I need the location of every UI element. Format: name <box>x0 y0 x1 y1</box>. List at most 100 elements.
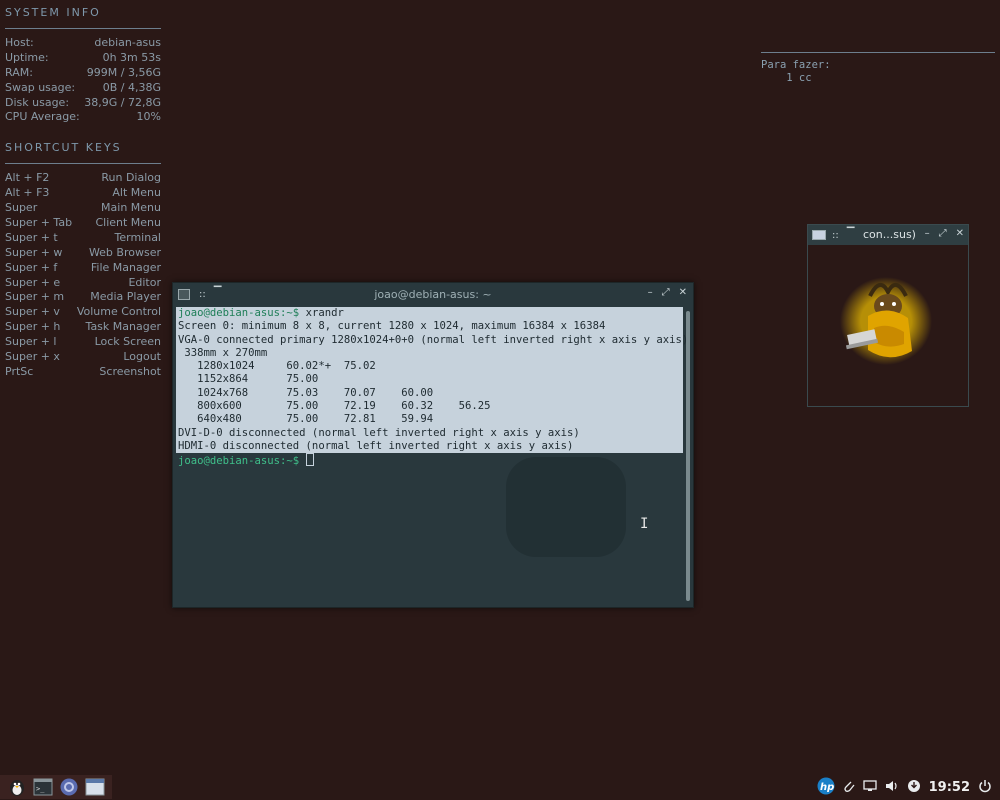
volume-icon[interactable] <box>885 780 899 795</box>
terminal-launcher-icon[interactable]: >_ <box>32 776 54 798</box>
shortcut-row-label: Super + v <box>5 305 60 319</box>
terminal-output-line: VGA-0 connected primary 1280x1024+0+0 (n… <box>178 333 689 346</box>
svg-text:hp: hp <box>820 782 834 793</box>
system-info-row-value: 999M / 3,56G <box>86 65 161 79</box>
display-icon[interactable] <box>862 779 877 795</box>
system-info-row: Swap usage: 0B / 4,38G <box>5 81 161 96</box>
hp-logo-icon[interactable]: hp <box>817 777 835 798</box>
system-info-row-label: Swap usage: <box>5 80 76 94</box>
system-info-header: SYSTEM INFO <box>5 6 101 19</box>
system-info-row: Uptime: 0h 3m 53s <box>5 51 161 66</box>
window-sticky-icon[interactable]: :: <box>832 230 839 241</box>
taskbar: >_ hp 19:52 <box>0 774 1000 800</box>
window-shade-icon[interactable]: ▔ <box>847 228 855 239</box>
paperclip-icon[interactable] <box>843 779 855 796</box>
shortcut-row-label: Super + f <box>5 260 58 274</box>
shortcut-row: Alt + F2 Run Dialog <box>5 171 161 186</box>
shortcut-row: Super + e Editor <box>5 276 161 291</box>
shortcut-row-label: Super + Tab <box>5 216 73 230</box>
shortcut-row: PrtSc Screenshot <box>5 365 161 380</box>
shortcut-row: Super + m Media Player <box>5 290 161 305</box>
terminal-output-line: 800x600 75.00 72.19 60.32 56.25 <box>178 400 491 413</box>
shortcut-row-label: Super + m <box>5 290 65 304</box>
terminal-output-line: Screen 0: minimum 8 x 8, current 1280 x … <box>178 320 606 333</box>
system-info-row-value: debian-asus <box>94 36 161 49</box>
system-info-row: Disk usage: 38,9G / 72,8G <box>5 96 161 111</box>
terminal-command: xrandr <box>305 307 344 319</box>
shortcut-keys-header: SHORTCUT KEYS <box>5 141 122 155</box>
terminal-titlebar[interactable]: :: ▔ joao@debian-asus: ~ – ⤢ ✕ <box>173 283 693 305</box>
shortcut-row-value: Client Menu <box>95 216 161 230</box>
shortcut-row-label: Super + t <box>5 230 58 244</box>
shortcut-row-value: File Manager <box>90 260 161 274</box>
clock[interactable]: 19:52 <box>929 780 970 795</box>
shortcut-row: Super + v Volume Control <box>5 305 161 320</box>
system-info-row: RAM: 999M / 3,56G <box>5 66 161 81</box>
terminal-output-line: 338mm x 270mm <box>178 346 268 359</box>
terminal-prompt: joao@debian-asus:~$ <box>178 455 300 468</box>
divider <box>5 163 161 165</box>
shortcut-row-value: Task Manager <box>85 320 161 334</box>
svg-text:>_: >_ <box>36 785 45 793</box>
shortcut-row-value: Media Player <box>90 290 161 304</box>
scrollbar[interactable] <box>686 311 690 601</box>
terminal-prompt: joao@debian-asus:~$ <box>178 307 300 319</box>
system-info-row: CPU Average: 10% <box>5 110 161 125</box>
browser-launcher-icon[interactable] <box>58 776 80 798</box>
system-info-row-label: CPU Average: <box>5 110 80 124</box>
todo-widget: Para fazer: 1 cc <box>761 52 995 84</box>
system-info-row-label: Host: <box>5 36 34 49</box>
shortcut-list: Alt + F2 Run Dialog Alt + F3 Alt Menu Super M… <box>5 171 161 379</box>
close-icon[interactable]: ✕ <box>679 287 687 298</box>
shortcut-row-label: Super + h <box>5 320 61 334</box>
shortcut-row: Super + h Task Manager <box>5 320 161 335</box>
system-info-row: Host: debian-asus <box>5 36 161 51</box>
shortcut-row-value: Web Browser <box>88 245 161 259</box>
shortcut-row-label: Alt + F2 <box>5 171 50 185</box>
todo-title: Para fazer: <box>761 59 831 71</box>
system-tray: hp 19:52 <box>817 774 992 800</box>
terminal-selection[interactable]: joao@debian-asus:~$ xrandr Screen 0: min… <box>176 307 689 454</box>
terminal-window[interactable]: :: ▔ joao@debian-asus: ~ – ⤢ ✕ joao@debi… <box>172 282 694 608</box>
system-info-row-label: RAM: <box>5 65 33 79</box>
network-icon[interactable] <box>907 779 921 796</box>
power-icon[interactable] <box>978 779 992 796</box>
shortcut-row-label: Super + x <box>5 350 60 364</box>
terminal-command-line: joao@debian-asus:~$ xrandr <box>176 307 683 320</box>
text-cursor <box>305 453 314 467</box>
shortcut-row-label: Alt + F3 <box>5 186 50 200</box>
image-window-titlebar[interactable]: :: ▔ con...sus) – ⤢ ✕ <box>808 225 968 245</box>
shortcut-row: Super + Tab Client Menu <box>5 216 161 231</box>
maximize-icon[interactable]: ⤢ <box>662 287 670 298</box>
divider <box>5 28 161 29</box>
shortcut-row-value: Terminal <box>114 230 162 244</box>
system-info-row-value: 38,9G / 72,8G <box>84 95 161 109</box>
gnu-mascot-image <box>840 277 932 365</box>
system-info-row-value: 10% <box>136 110 161 124</box>
shortcut-row-value: Logout <box>123 350 161 364</box>
window-menu-icon[interactable] <box>812 230 826 240</box>
system-info-row-label: Disk usage: <box>5 95 70 109</box>
shortcut-row-value: Editor <box>128 275 161 289</box>
close-icon[interactable]: ✕ <box>956 228 964 239</box>
minimize-icon[interactable]: – <box>648 287 653 298</box>
shortcut-row-value: Screenshot <box>99 364 161 378</box>
window-launcher-icon[interactable] <box>84 776 106 798</box>
todo-item: 1 cc <box>761 71 812 84</box>
shortcut-row: Super + w Web Browser <box>5 246 161 261</box>
menu-penguin-icon[interactable] <box>6 776 28 798</box>
shortcut-row-label: Super + w <box>5 245 63 259</box>
maximize-icon[interactable]: ⤢ <box>939 228 947 239</box>
shortcut-row-label: PrtSc <box>5 364 34 378</box>
shortcut-row-value: Lock Screen <box>94 335 161 349</box>
terminal-output-line: 640x480 75.00 72.81 59.94 <box>178 413 434 426</box>
divider <box>761 52 995 53</box>
mouse-ibeam-cursor: I <box>640 516 649 532</box>
system-info-list: Host: debian-asus Uptime: 0h 3m 53s RAM: 999M… <box>5 36 161 125</box>
terminal-body[interactable]: joao@debian-asus:~$ xrandr Screen 0: min… <box>176 307 689 603</box>
terminal-output-line: HDMI-0 disconnected (normal left inverte… <box>178 439 574 452</box>
minimize-icon[interactable]: – <box>925 228 930 239</box>
image-window[interactable]: :: ▔ con...sus) – ⤢ ✕ <box>807 224 969 407</box>
shortcut-row: Super + f File Manager <box>5 261 161 276</box>
shortcut-row-value: Main Menu <box>101 201 161 215</box>
